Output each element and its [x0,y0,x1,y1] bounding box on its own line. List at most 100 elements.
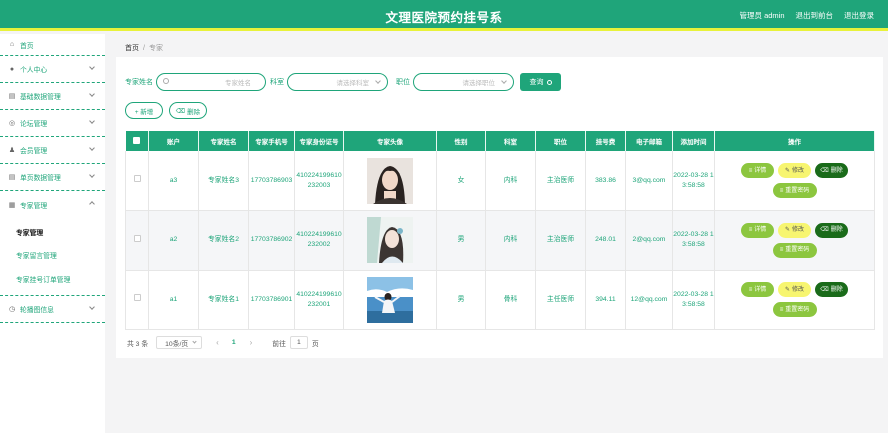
detail-button[interactable]: ≡ 详情 [741,282,774,298]
member-icon: ♟ [8,147,16,154]
pencil-icon: ✎ [784,227,790,234]
cell-title: 主治医师 [535,210,586,271]
sidebar-item-carousel[interactable]: ◷ 轮播图信息 [0,296,105,323]
edit-button[interactable]: ✎ 修改 [778,222,811,238]
cell-idcard: 410224199610232002 [294,210,344,271]
table-row: a2 专家姓名2 17703786902 410224199610232002 … [125,210,875,271]
cell-time: 2022-03-28 13:58:58 [672,210,715,271]
query-label: 查询 [529,79,544,86]
reset-password-button[interactable]: ≡ 重置密码 [772,183,817,198]
col-phone: 专家手机号 [248,131,295,151]
cell-title: 主任医师 [535,270,586,330]
list-icon: ≡ [748,167,753,174]
col-account: 账户 [148,131,199,151]
add-button[interactable]: + 新增 [125,102,163,119]
goto-page-input[interactable]: 1 [289,336,308,349]
detail-label: 详情 [754,227,767,234]
col-gender: 性别 [436,131,486,151]
submenu-expert-orders[interactable]: 专家挂号订单管理 [0,267,105,291]
user-icon: ● [9,65,15,73]
chevron-up-icon [89,201,95,207]
logout-link[interactable]: 退出登录 [844,10,874,21]
cell-idcard: 410224199610232003 [294,151,344,211]
cell-fee: 394.11 [585,270,626,330]
current-user: 管理员 admin [739,11,785,20]
list-icon: ≡ [779,187,784,194]
cell-dept: 内科 [485,151,536,211]
search-title-label: 职位 [396,79,410,86]
sidebar-item-expert[interactable]: ▦ 专家管理 [0,191,105,218]
delete-label: 删除 [187,108,201,116]
row-select-cell [125,270,149,330]
sidebar-item-single-page[interactable]: ▤ 单页数据管理 [0,164,105,191]
col-dept: 科室 [485,131,536,151]
batch-delete-button[interactable]: ⌫ 删除 [169,102,207,119]
cell-account: a3 [148,151,199,211]
page-size-select[interactable]: 10条/页 [156,336,203,349]
reset-password-button[interactable]: ≡ 重置密码 [772,242,817,258]
exit-to-front-link[interactable]: 退出到前台 [796,10,834,21]
cell-gender: 男 [436,210,486,271]
prev-page-button[interactable]: ‹ [216,338,219,347]
delete-button[interactable]: ⌫ 删除 [815,222,848,238]
expert-name-input[interactable]: 专家姓名 [156,73,266,91]
submenu-expert-message[interactable]: 专家留言管理 [0,244,105,268]
pencil-icon: ✎ [784,286,790,293]
cell-name: 专家姓名1 [198,270,249,330]
sidebar-item-member[interactable]: ♟ 会员管理 [0,137,105,164]
cell-title: 主治医师 [535,151,586,211]
chevron-down-icon [501,78,507,84]
expert-name-placeholder: 专家姓名 [225,80,251,87]
edit-button[interactable]: ✎ 修改 [778,282,811,298]
select-all-checkbox[interactable] [133,136,141,144]
query-button[interactable]: 查询 [520,73,561,91]
title-select[interactable]: 请选择职位 [413,73,514,91]
dept-placeholder: 请选择科室 [336,80,370,87]
col-email: 电子邮箱 [625,131,673,151]
add-label: + 新增 [134,108,154,116]
forum-icon: ◎ [8,120,16,127]
delete-label: 删除 [830,167,843,174]
page-number[interactable]: 1 [232,339,236,346]
trash-icon: ⌫ [175,107,186,115]
dept-select[interactable]: 请选择科室 [287,73,388,91]
submenu-expert-manage[interactable]: 专家管理 [0,220,105,244]
reset-password-button[interactable]: ≡ 重置密码 [772,302,817,318]
expert-avatar-image[interactable] [367,276,413,323]
sidebar: ⌂ 首页 ● 个人中心 ▤ 基础数据管理 ◎ 论坛管理 ♟ 会员管理 ▤ 单页数… [0,34,105,433]
cell-avatar [343,210,437,271]
list-icon: ≡ [748,286,753,293]
chevron-down-icon [192,339,197,344]
expert-avatar-image[interactable] [367,217,413,264]
cell-dept: 内科 [485,210,536,271]
delete-button[interactable]: ⌫ 删除 [815,163,848,178]
cell-idcard: 410224199610232001 [294,270,344,330]
detail-button[interactable]: ≡ 详情 [741,163,774,178]
edit-button[interactable]: ✎ 修改 [778,163,811,178]
next-page-button[interactable]: › [250,338,253,347]
sidebar-item-label: 专家管理 [20,202,48,210]
cell-ops: ≡ 详情 ✎ 修改 ⌫ 删除 ≡ 重置密码 [714,151,875,211]
chevron-down-icon [89,303,95,310]
cell-account: a1 [148,270,199,330]
breadcrumb-separator: / [143,45,145,52]
cell-phone: 17703786903 [248,151,295,211]
sidebar-item-forum[interactable]: ◎ 论坛管理 [0,110,105,137]
delete-button[interactable]: ⌫ 删除 [815,282,848,298]
row-checkbox[interactable] [133,294,141,302]
carousel-icon: ◷ [8,305,16,313]
expert-avatar-image[interactable] [367,157,413,204]
search-name-group: 专家姓名 专家姓名 [125,73,266,91]
cell-ops: ≡ 详情 ✎ 修改 ⌫ 删除 ≡ 重置密码 [714,270,875,330]
sidebar-item-home[interactable]: ⌂ 首页 [0,34,105,56]
breadcrumb-home[interactable]: 首页 [125,45,139,52]
cell-avatar [343,270,437,330]
row-checkbox[interactable] [133,234,141,242]
top-header: 文理医院预约挂号系 管理员 admin 退出到前台 退出登录 [0,0,888,31]
row-select-cell [125,151,149,211]
delete-label: 删除 [830,227,843,234]
row-checkbox[interactable] [133,175,141,182]
detail-button[interactable]: ≡ 详情 [741,222,774,238]
sidebar-item-profile[interactable]: ● 个人中心 [0,56,105,83]
sidebar-item-basic-data[interactable]: ▤ 基础数据管理 [0,83,105,110]
